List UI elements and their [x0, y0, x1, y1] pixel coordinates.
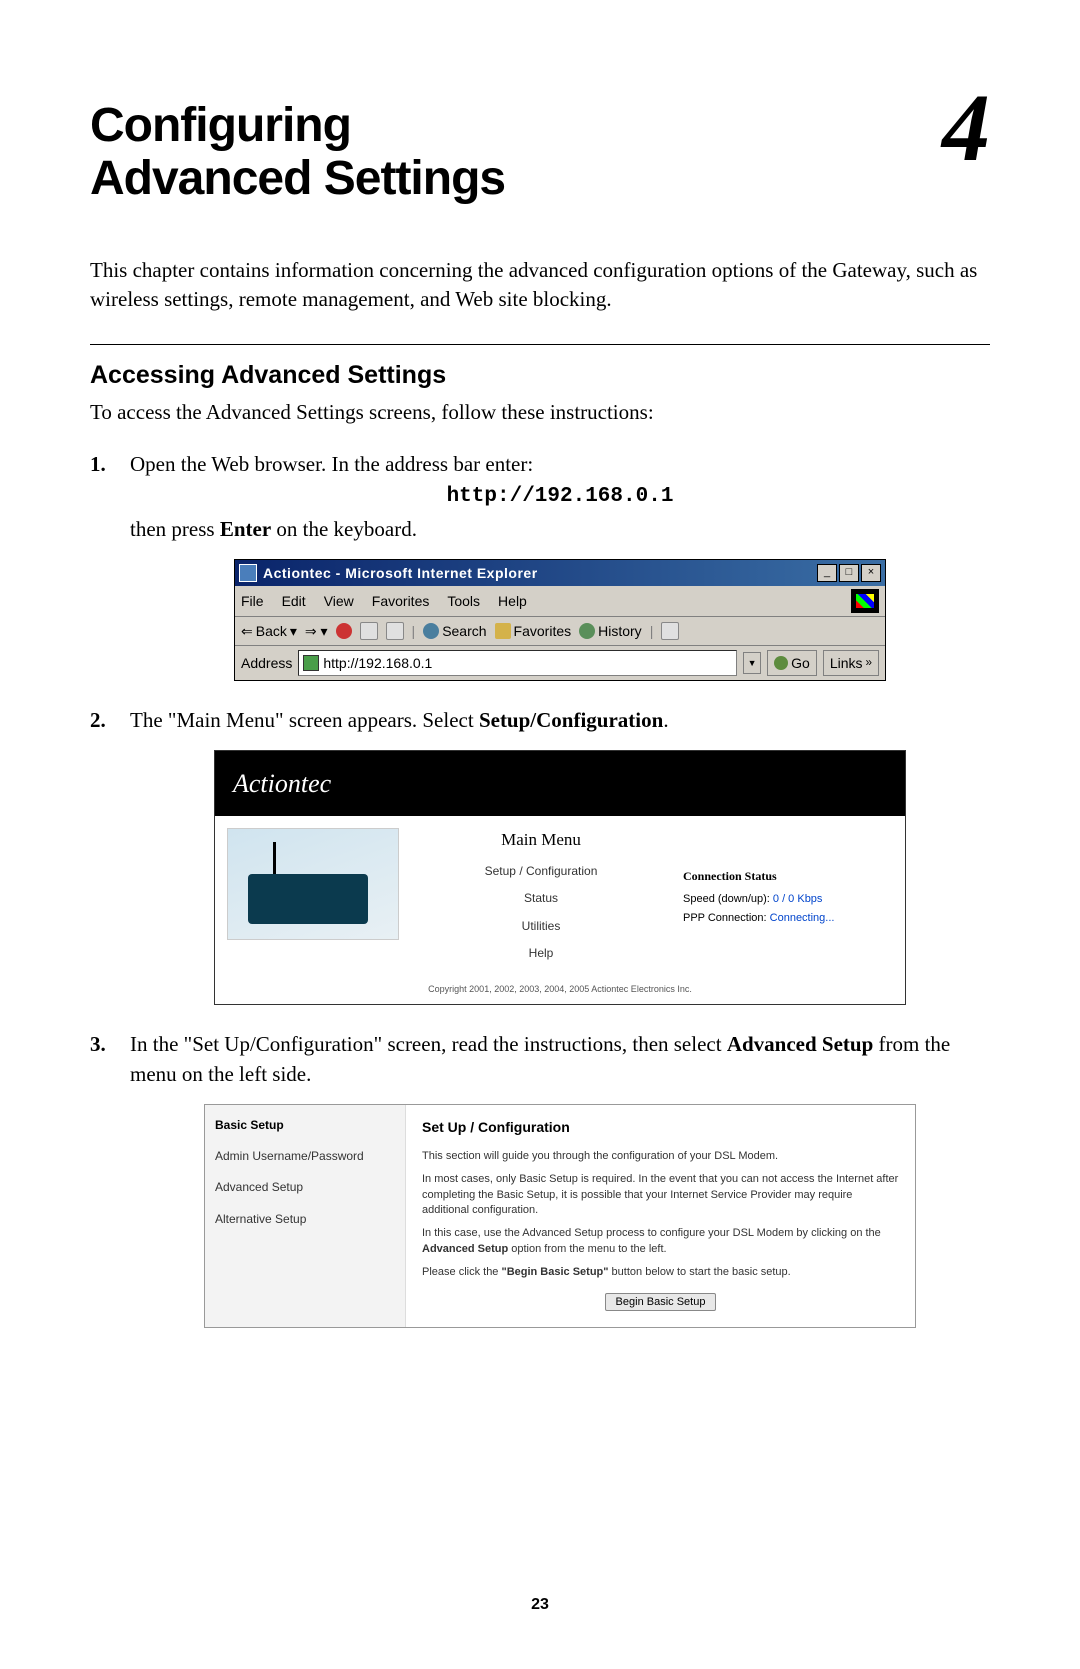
step2-bold: Setup/Configuration [479, 708, 663, 732]
ie-throbber-icon [851, 589, 879, 613]
favorites-button[interactable]: Favorites [495, 621, 572, 641]
main-menu-title: Main Menu [419, 828, 663, 853]
ie-app-icon [239, 564, 257, 582]
step1-text-b1: then press [130, 517, 220, 541]
search-icon [423, 623, 439, 639]
page-number: 23 [0, 1596, 1080, 1614]
links-button[interactable]: Links » [823, 650, 879, 676]
ie-titlebar: Actiontec - Microsoft Internet Explorer … [235, 560, 885, 586]
ppp-value: Connecting... [770, 912, 835, 924]
section-lead: To access the Advanced Settings screens,… [90, 400, 990, 425]
history-icon [579, 623, 595, 639]
step-1: Open the Web browser. In the address bar… [90, 449, 990, 681]
step-3: In the "Set Up/Configuration" screen, re… [90, 1029, 990, 1328]
sidebar-basic-setup[interactable]: Basic Setup [215, 1117, 395, 1134]
step1-text-a: Open the Web browser. In the address bar… [130, 452, 533, 476]
search-button[interactable]: Search [423, 621, 486, 641]
back-button[interactable]: ⇐ Back ▾ [241, 621, 297, 641]
favorites-icon [495, 623, 511, 639]
ie-window: Actiontec - Microsoft Internet Explorer … [234, 559, 886, 682]
menu-link-setup[interactable]: Setup / Configuration [419, 863, 663, 880]
go-icon [774, 656, 788, 670]
address-input[interactable]: http://192.168.0.1 [298, 650, 737, 676]
maximize-icon[interactable]: □ [839, 564, 859, 582]
chapter-number: 4 [942, 90, 990, 167]
section-divider [90, 344, 990, 345]
page-icon [303, 655, 319, 671]
mail-icon[interactable] [661, 622, 679, 640]
go-button[interactable]: Go [767, 650, 817, 676]
main-menu: Main Menu Setup / Configuration Status U… [419, 828, 663, 972]
steps-list: Open the Web browser. In the address bar… [90, 449, 990, 1327]
menu-help[interactable]: Help [498, 591, 527, 611]
menu-favorites[interactable]: Favorites [372, 591, 430, 611]
setup-p2: In most cases, only Basic Setup is requi… [422, 1172, 899, 1218]
chapter-header: Configuring Advanced Settings 4 [90, 100, 990, 206]
toolbar-separator-2: | [650, 621, 654, 641]
speed-value: 0 / 0 Kbps [773, 893, 823, 905]
speed-row: Speed (down/up): 0 / 0 Kbps [683, 892, 893, 908]
begin-basic-setup-button[interactable]: Begin Basic Setup [605, 1293, 717, 1311]
address-label: Address [241, 653, 292, 673]
step2-text-b: . [663, 708, 668, 732]
section-heading: Accessing Advanced Settings [90, 361, 990, 390]
minimize-icon[interactable]: _ [817, 564, 837, 582]
history-button[interactable]: History [579, 621, 642, 641]
stop-icon[interactable] [336, 623, 352, 639]
step1-url: http://192.168.0.1 [130, 482, 990, 512]
ie-addressbar: Address http://192.168.0.1 ▼ Go Links » [235, 646, 885, 680]
sidebar-admin[interactable]: Admin Username/Password [215, 1148, 395, 1165]
menu-edit[interactable]: Edit [282, 591, 306, 611]
chapter-title-line2: Advanced Settings [90, 152, 505, 205]
setup-main: Set Up / Configuration This section will… [406, 1105, 915, 1327]
step3-bold: Advanced Setup [727, 1032, 873, 1056]
ie-title-text: Actiontec - Microsoft Internet Explorer [263, 563, 538, 583]
actiontec-logo: Actiontec [215, 751, 905, 817]
setup-window: Basic Setup Admin Username/Password Adva… [204, 1104, 916, 1328]
menu-link-utilities[interactable]: Utilities [419, 918, 663, 935]
menu-file[interactable]: File [241, 591, 264, 611]
setup-p3: In this case, use the Advanced Setup pro… [422, 1226, 899, 1257]
actiontec-window: Actiontec Main Menu Setup / Configuratio… [214, 750, 906, 1005]
address-dropdown-icon[interactable]: ▼ [743, 652, 761, 674]
copyright-text: Copyright 2001, 2002, 2003, 2004, 2005 A… [215, 979, 905, 1004]
setup-sidebar: Basic Setup Admin Username/Password Adva… [205, 1105, 406, 1327]
chapter-title-line1: Configuring [90, 99, 351, 152]
toolbar-separator: | [412, 621, 416, 641]
sidebar-advanced[interactable]: Advanced Setup [215, 1179, 395, 1196]
setup-p1: This section will guide you through the … [422, 1149, 899, 1164]
menu-link-help[interactable]: Help [419, 945, 663, 962]
step3-text-a: In the "Set Up/Configuration" screen, re… [130, 1032, 727, 1056]
connection-status-panel: Connection Status Speed (down/up): 0 / 0… [683, 828, 893, 972]
menu-link-status[interactable]: Status [419, 890, 663, 907]
step2-text-a: The "Main Menu" screen appears. Select [130, 708, 479, 732]
ie-menubar: File Edit View Favorites Tools Help [235, 586, 885, 617]
chapter-title: Configuring Advanced Settings [90, 100, 505, 206]
ppp-row: PPP Connection: Connecting... [683, 911, 893, 927]
ie-toolbar: ⇐ Back ▾ ⇒ ▾ | Search Favorites History … [235, 617, 885, 646]
close-icon[interactable]: × [861, 564, 881, 582]
forward-button[interactable]: ⇒ ▾ [305, 621, 328, 641]
step1-text-b2: on the keyboard. [271, 517, 417, 541]
sidebar-alternative[interactable]: Alternative Setup [215, 1211, 395, 1228]
menu-tools[interactable]: Tools [447, 591, 480, 611]
device-image [227, 828, 399, 940]
connection-status-title: Connection Status [683, 868, 893, 885]
menu-view[interactable]: View [324, 591, 354, 611]
home-icon[interactable] [386, 622, 404, 640]
setup-main-title: Set Up / Configuration [422, 1117, 899, 1137]
intro-paragraph: This chapter contains information concer… [90, 256, 990, 315]
address-value: http://192.168.0.1 [323, 653, 432, 673]
step-2: The "Main Menu" screen appears. Select S… [90, 705, 990, 1004]
step1-enter: Enter [220, 517, 271, 541]
setup-p4: Please click the "Begin Basic Setup" but… [422, 1265, 899, 1280]
refresh-icon[interactable] [360, 622, 378, 640]
